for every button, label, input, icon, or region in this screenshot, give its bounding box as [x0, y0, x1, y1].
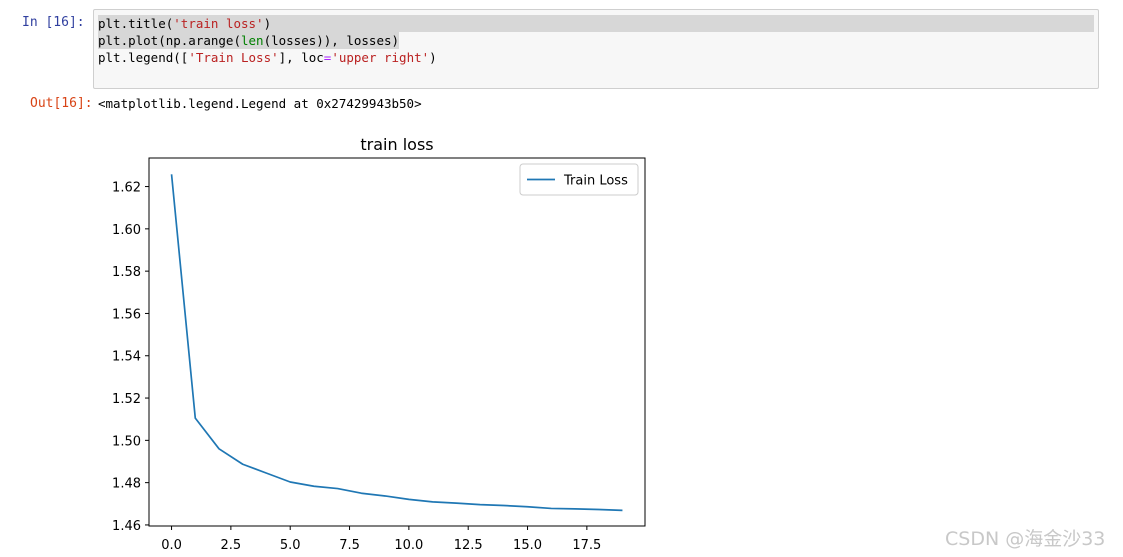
y-tick-label: 1.52 — [112, 392, 141, 407]
x-tick-label: 12.5 — [454, 538, 483, 553]
y-tick-label: 1.58 — [112, 265, 141, 280]
y-tick-label: 1.50 — [112, 434, 141, 449]
y-tick-label: 1.54 — [112, 350, 141, 365]
x-tick-label: 7.5 — [339, 538, 360, 553]
chart-title: train loss — [360, 135, 433, 154]
plot-frame — [148, 157, 646, 527]
x-tick-label: 17.5 — [572, 538, 601, 553]
series-line-train-loss — [170, 174, 623, 512]
y-tick-label: 1.46 — [112, 519, 141, 534]
x-tick-label: 10.0 — [394, 538, 423, 553]
y-tick-label: 1.48 — [112, 477, 141, 492]
watermark: CSDN @海金沙33 — [945, 528, 1106, 550]
y-tick-label: 1.60 — [112, 223, 141, 238]
x-tick-label: 2.5 — [221, 538, 242, 553]
line-chart: train loss 1.46 1.48 1.50 1.52 1.54 1.56 1.58 1.… — [112, 135, 646, 553]
y-tick-label: 1.62 — [112, 181, 141, 196]
y-tick-label: 1.56 — [112, 307, 141, 322]
x-tick-label: 0.0 — [161, 538, 182, 553]
legend-label: Train Loss — [563, 174, 628, 189]
x-tick-label: 15.0 — [513, 538, 542, 553]
x-tick-label: 5.0 — [280, 538, 301, 553]
